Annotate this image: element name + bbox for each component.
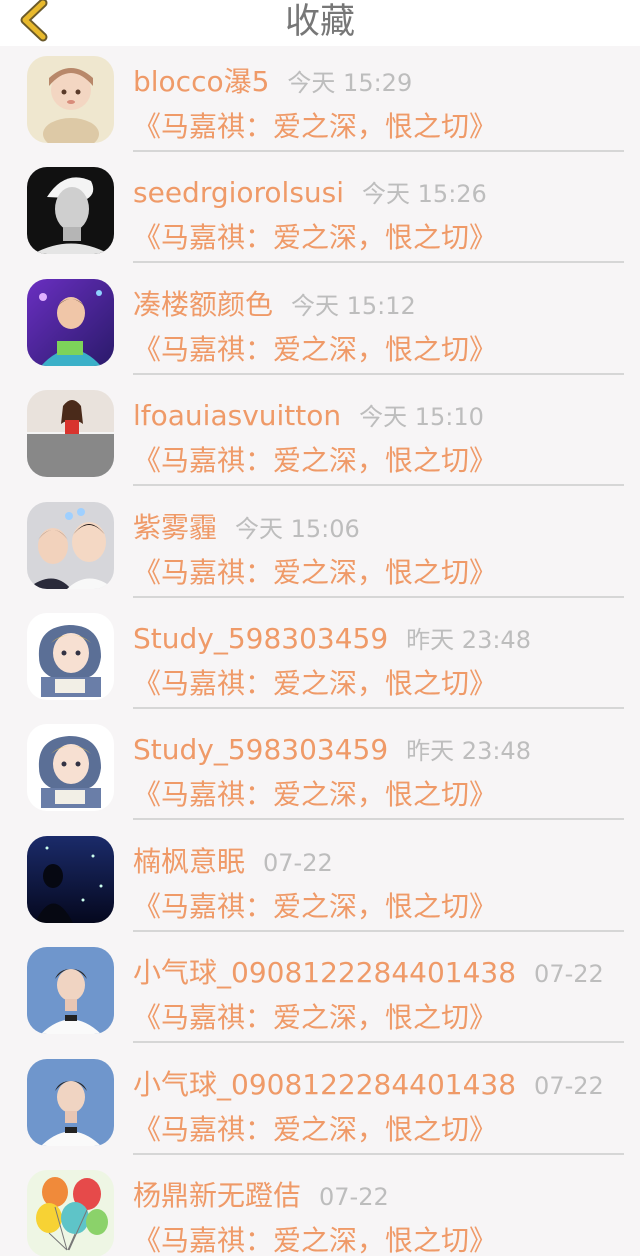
favorites-list: blocco瀑5 今天 15:29 《马嘉祺：爱之深，恨之切》 seedrgior… xyxy=(0,46,640,1256)
item-header: Study_598303459 昨天 23:48 xyxy=(133,621,640,661)
user-name[interactable]: lfoauiasvuitton xyxy=(133,399,341,432)
divider xyxy=(133,372,624,375)
work-title[interactable]: 《马嘉祺：爱之深，恨之切》 xyxy=(133,220,497,256)
item-header: Study_598303459 昨天 23:48 xyxy=(133,732,640,772)
avatar-boy-blue[interactable] xyxy=(27,1058,114,1146)
work-title[interactable]: 《马嘉祺：爱之深，恨之切》 xyxy=(133,889,497,925)
item-header: 小气球_0908122284401438 07-22 xyxy=(133,955,640,995)
avatar-stage-boy[interactable] xyxy=(27,278,114,366)
favorite-item[interactable]: 紫雾霾 今天 15:06 《马嘉祺：爱之深，恨之切》 xyxy=(0,492,640,603)
favorite-item[interactable]: 小气球_0908122284401438 07-22 《马嘉祺：爱之深，恨之切》 xyxy=(0,1049,640,1160)
timestamp: 07-22 xyxy=(534,1071,604,1100)
avatar-girl-photo[interactable] xyxy=(27,390,114,478)
timestamp: 昨天 23:48 xyxy=(406,737,531,766)
timestamp: 07-22 xyxy=(319,1182,389,1211)
divider xyxy=(133,1152,624,1155)
item-header: seedrgiorolsusi 今天 15:26 xyxy=(133,175,640,215)
user-name[interactable]: blocco瀑5 xyxy=(133,65,269,98)
item-header: 凑楼额颜色 今天 15:12 xyxy=(133,287,640,327)
favorite-item[interactable]: 凑楼额颜色 今天 15:12 《马嘉祺：爱之深，恨之切》 xyxy=(0,269,640,380)
avatar-bw-portrait[interactable] xyxy=(27,167,114,255)
divider xyxy=(133,595,624,598)
item-header: 紫雾霾 今天 15:06 xyxy=(133,510,640,550)
divider xyxy=(133,484,624,487)
top-navigation-bar: 收藏 xyxy=(0,0,640,46)
timestamp: 07-22 xyxy=(534,960,604,989)
favorite-item[interactable]: 杨鼎新无蹬佶 07-22 《马嘉祺：爱之深，恨之切》 xyxy=(0,1160,640,1256)
page-title: 收藏 xyxy=(284,2,355,42)
avatar-night-silhouette[interactable] xyxy=(27,835,114,923)
user-name[interactable]: 杨鼎新无蹬佶 xyxy=(133,1179,301,1212)
timestamp: 今天 15:26 xyxy=(362,180,487,209)
user-name[interactable]: Study_598303459 xyxy=(133,622,388,655)
work-title[interactable]: 《马嘉祺：爱之深，恨之切》 xyxy=(133,1112,497,1148)
avatar-two-boys[interactable] xyxy=(27,501,114,589)
avatar-doll-girl[interactable] xyxy=(27,56,114,143)
avatar-boy-blue[interactable] xyxy=(27,947,114,1035)
divider xyxy=(133,929,624,932)
work-title[interactable]: 《马嘉祺：爱之深，恨之切》 xyxy=(133,443,497,479)
favorite-item[interactable]: blocco瀑5 今天 15:29 《马嘉祺：爱之深，恨之切》 xyxy=(0,46,640,157)
divider xyxy=(133,1041,624,1044)
divider xyxy=(133,706,624,709)
user-name[interactable]: 楠枫意眠 xyxy=(133,845,245,878)
favorite-item[interactable]: Study_598303459 昨天 23:48 《马嘉祺：爱之深，恨之切》 xyxy=(0,714,640,825)
timestamp: 昨天 23:48 xyxy=(406,625,531,654)
user-name[interactable]: 紫雾霾 xyxy=(133,511,217,544)
favorite-item[interactable]: seedrgiorolsusi 今天 15:26 《马嘉祺：爱之深，恨之切》 xyxy=(0,157,640,268)
work-title[interactable]: 《马嘉祺：爱之深，恨之切》 xyxy=(133,109,497,145)
divider xyxy=(133,818,624,821)
work-title[interactable]: 《马嘉祺：爱之深，恨之切》 xyxy=(133,1000,497,1036)
divider xyxy=(133,261,624,264)
divider xyxy=(133,150,624,152)
user-name[interactable]: 凑楼额颜色 xyxy=(133,288,273,321)
timestamp: 07-22 xyxy=(263,848,333,877)
timestamp: 今天 15:12 xyxy=(291,291,416,320)
item-header: 杨鼎新无蹬佶 07-22 xyxy=(133,1178,640,1218)
timestamp: 今天 15:06 xyxy=(235,514,360,543)
work-title[interactable]: 《马嘉祺：爱之深，恨之切》 xyxy=(133,777,497,813)
work-title[interactable]: 《马嘉祺：爱之深，恨之切》 xyxy=(133,666,497,702)
item-header: 楠枫意眠 07-22 xyxy=(133,844,640,884)
favorite-item[interactable]: 小气球_0908122284401438 07-22 《马嘉祺：爱之深，恨之切》 xyxy=(0,937,640,1048)
work-title[interactable]: 《马嘉祺：爱之深，恨之切》 xyxy=(133,555,497,591)
avatar-anime-girl[interactable] xyxy=(27,612,114,700)
favorite-item[interactable]: Study_598303459 昨天 23:48 《马嘉祺：爱之深，恨之切》 xyxy=(0,603,640,714)
item-header: lfoauiasvuitton 今天 15:10 xyxy=(133,398,640,438)
work-title[interactable]: 《马嘉祺：爱之深，恨之切》 xyxy=(133,1223,497,1256)
timestamp: 今天 15:29 xyxy=(287,69,413,97)
user-name[interactable]: seedrgiorolsusi xyxy=(133,176,344,209)
favorite-item[interactable]: lfoauiasvuitton 今天 15:10 《马嘉祺：爱之深，恨之切》 xyxy=(0,380,640,491)
avatar-balloons[interactable] xyxy=(27,1169,114,1256)
favorite-item[interactable]: 楠枫意眠 07-22 《马嘉祺：爱之深，恨之切》 xyxy=(0,826,640,937)
work-title[interactable]: 《马嘉祺：爱之深，恨之切》 xyxy=(133,332,497,368)
timestamp: 今天 15:10 xyxy=(359,403,484,432)
item-header: blocco瀑5 今天 15:29 xyxy=(133,64,640,104)
item-header: 小气球_0908122284401438 07-22 xyxy=(133,1067,640,1107)
user-name[interactable]: 小气球_0908122284401438 xyxy=(133,1068,516,1101)
user-name[interactable]: Study_598303459 xyxy=(133,733,388,766)
user-name[interactable]: 小气球_0908122284401438 xyxy=(133,956,516,989)
avatar-anime-girl[interactable] xyxy=(27,724,114,812)
